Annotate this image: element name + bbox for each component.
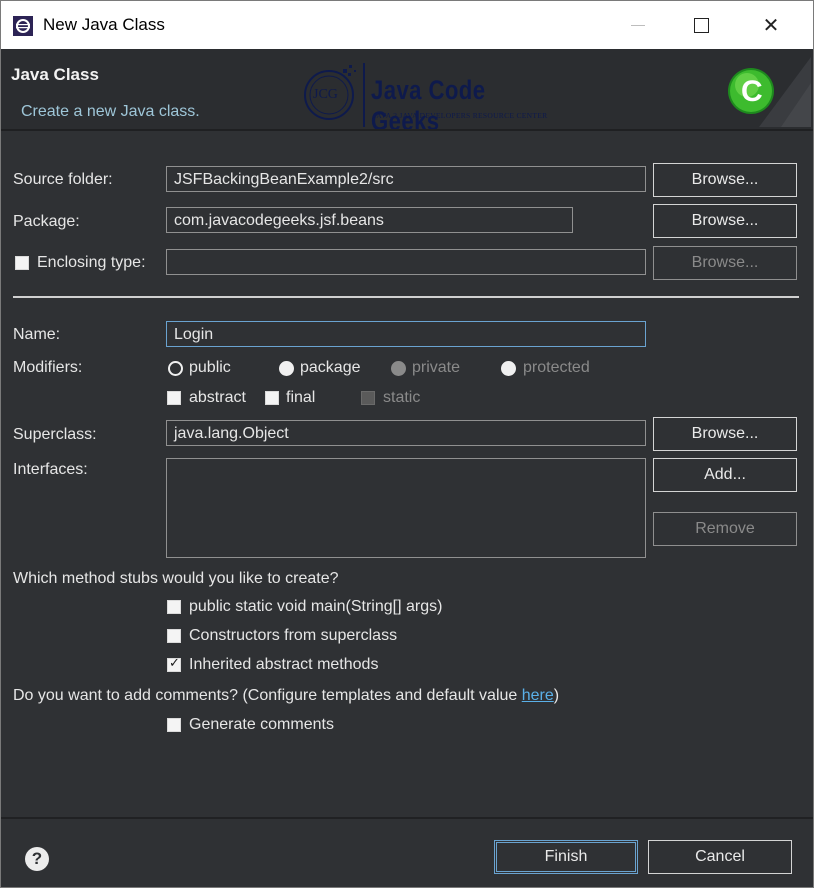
generate-comments-label: Generate comments [189, 716, 334, 733]
protected-radio-label: protected [523, 359, 590, 376]
comments-question: Do you want to add comments? (Configure … [13, 687, 559, 705]
abstract-checkbox-label: abstract [189, 389, 246, 406]
superclass-field[interactable]: java.lang.Object [166, 420, 646, 446]
abstract-checkbox[interactable] [167, 391, 181, 405]
comments-question-text: Do you want to add comments? (Configure … [13, 687, 522, 704]
package-label: Package: [13, 213, 80, 230]
minimize-button[interactable] [605, 1, 669, 49]
window-title: New Java Class [43, 15, 165, 34]
private-radio-label: private [412, 359, 461, 376]
source-folder-field[interactable]: JSFBackingBeanExample2/src [166, 166, 646, 192]
package-field[interactable]: com.javacodegeeks.jsf.beans [166, 207, 573, 233]
close-button[interactable]: ✕ [739, 1, 803, 49]
section-divider [13, 296, 799, 298]
cancel-button[interactable]: Cancel [648, 840, 792, 874]
main-method-checkbox[interactable] [167, 600, 181, 614]
method-stubs-question: Which method stubs would you like to cre… [13, 570, 339, 587]
wizard-title: Java Class [11, 65, 99, 84]
generate-comments-checkbox[interactable] [167, 718, 181, 732]
constructors-label: Constructors from superclass [189, 627, 398, 644]
interfaces-list[interactable] [166, 458, 646, 558]
enclosing-type-browse-button[interactable]: Browse... [653, 246, 797, 280]
close-icon: ✕ [762, 13, 780, 37]
inherited-abstract-label: Inherited abstract methods [189, 656, 379, 673]
help-icon[interactable]: ? [25, 847, 49, 871]
superclass-browse-button[interactable]: Browse... [653, 417, 797, 451]
eclipse-icon [13, 16, 33, 36]
protected-radio[interactable] [501, 361, 516, 376]
source-folder-label: Source folder: [13, 171, 113, 188]
new-java-class-dialog: New Java Class ✕ Java Class Create a new… [0, 0, 814, 888]
final-checkbox[interactable] [265, 391, 279, 405]
source-folder-browse-button[interactable]: Browse... [653, 163, 797, 197]
interfaces-add-button[interactable]: Add... [653, 458, 797, 492]
static-checkbox[interactable] [361, 391, 375, 405]
java-code-geeks-logo: JCG Java Code Geeks JAVA 2 JAVA DEVELOPE… [299, 61, 559, 136]
enclosing-type-checkbox[interactable] [15, 256, 29, 270]
static-checkbox-label: static [383, 389, 421, 406]
new-class-c-icon: C [719, 53, 811, 127]
package-radio[interactable] [279, 361, 294, 376]
enclosing-type-label: Enclosing type: [37, 254, 146, 271]
constructors-checkbox[interactable] [167, 629, 181, 643]
new-class-c-glyph: C [741, 75, 763, 108]
maximize-icon [694, 18, 709, 33]
finish-button[interactable]: Finish [494, 840, 638, 874]
package-radio-label: package [300, 359, 361, 376]
public-radio-label: public [189, 359, 231, 376]
configure-templates-link[interactable]: here [522, 687, 554, 704]
private-radio[interactable] [391, 361, 406, 376]
jcg-badge-text: JCG [313, 87, 338, 102]
final-checkbox-label: final [286, 389, 316, 406]
comments-question-suffix: ) [553, 687, 560, 704]
public-radio[interactable] [168, 361, 183, 376]
enclosing-type-field[interactable] [166, 249, 646, 275]
interfaces-remove-button[interactable]: Remove [653, 512, 797, 546]
interfaces-label: Interfaces: [13, 461, 88, 478]
package-browse-button[interactable]: Browse... [653, 204, 797, 238]
title-bar: New Java Class ✕ [1, 1, 813, 49]
name-field[interactable]: Login [166, 321, 646, 347]
jcg-logo-tagline: JAVA 2 JAVA DEVELOPERS RESOURCE CENTER [373, 111, 548, 120]
footer-divider [1, 817, 813, 819]
wizard-description: Create a new Java class. [21, 103, 200, 120]
header-divider [1, 129, 813, 131]
inherited-abstract-checkbox[interactable]: ✓ [167, 656, 181, 672]
jcg-logo-name: Java Code Geeks [371, 75, 486, 136]
name-label: Name: [13, 326, 61, 343]
minimize-icon [631, 25, 645, 26]
superclass-label: Superclass: [13, 426, 97, 443]
main-method-label: public static void main(String[] args) [189, 598, 443, 615]
maximize-button[interactable] [669, 1, 733, 49]
modifiers-label: Modifiers: [13, 359, 83, 376]
checkmark-icon: ✓ [169, 656, 180, 671]
wizard-header: Java Class Create a new Java class. JCG … [1, 49, 813, 136]
